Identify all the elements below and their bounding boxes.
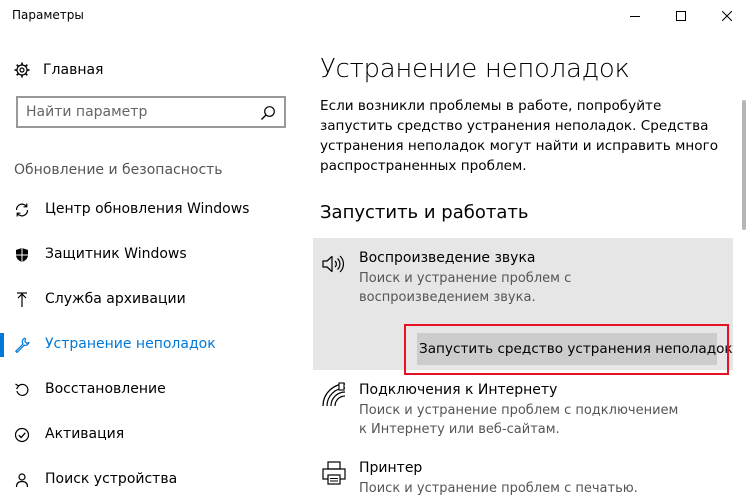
sidebar-item-label: Устранение неполадок [45,336,216,352]
activation-check-icon [14,427,30,443]
backup-arrow-icon [14,292,30,308]
minimize-icon [630,16,640,17]
sidebar-item-label: Восстановление [45,381,166,397]
section-title: Обновление и безопасность [14,162,223,178]
search-icon[interactable] [260,105,276,121]
sidebar: Главная Обновление и безопасность Центр … [0,32,300,500]
title-bar: Параметры [0,0,750,32]
section-title: Запустить и работать [320,202,529,223]
home-label: Главная [43,62,104,78]
sidebar-item-label: Активация [45,426,125,442]
person-location-icon [14,472,30,488]
page-title: Устранение неполадок [320,54,630,84]
printer-icon [322,461,346,485]
minimize-button[interactable] [612,0,658,32]
wrench-icon [14,337,30,353]
main-content: Устранение неполадок Если возникли пробл… [300,32,750,500]
page-description: Если возникли проблемы в работе, попробу… [320,98,719,174]
shield-icon [14,247,30,263]
sidebar-item-label: Поиск устройства [45,471,178,487]
sidebar-item-label: Служба архивации [45,291,186,307]
close-button[interactable] [704,0,750,32]
troubleshooter-name: Принтер [359,460,423,476]
sidebar-item-label: Центр обновления Windows [45,201,250,217]
troubleshooter-tile-internet[interactable]: Подключения к Интернету Поиск и устранен… [313,378,733,442]
troubleshooter-tile-printer[interactable]: Принтер Поиск и устранение проблем с печ… [313,456,733,500]
maximize-icon [676,11,686,21]
sidebar-item-windows-update[interactable]: Центр обновления Windows [0,190,300,230]
sidebar-item-troubleshoot[interactable]: Устранение неполадок [0,325,300,365]
troubleshooter-description: Поиск и устранение проблем с воспроизвед… [359,271,572,305]
sidebar-item-backup[interactable]: Служба архивации [0,280,300,320]
scrollbar-thumb[interactable] [742,100,746,230]
restore-icon [14,382,30,398]
troubleshooter-name: Подключения к Интернету [359,382,558,398]
close-icon [722,11,732,21]
troubleshooter-description: Поиск и устранение проблем с печатью. [359,481,638,496]
troubleshooter-description: Поиск и устранение проблем с подключение… [359,403,679,437]
sidebar-item-windows-defender[interactable]: Защитник Windows [0,235,300,275]
home-link[interactable]: Главная [14,60,103,80]
search-box[interactable] [16,96,286,128]
sidebar-item-recovery[interactable]: Восстановление [0,370,300,410]
maximize-button[interactable] [658,0,704,32]
sidebar-item-activation[interactable]: Активация [0,415,300,455]
network-icon [322,382,346,407]
window-title: Параметры [12,8,84,22]
speaker-icon [322,255,344,273]
highlight-frame [404,324,729,375]
sync-icon [14,202,30,218]
sidebar-item-label: Защитник Windows [45,246,187,262]
gear-icon [14,62,30,78]
troubleshooter-name: Воспроизведение звука [359,250,536,266]
sidebar-item-find-device[interactable]: Поиск устройства [0,460,300,500]
selected-indicator [0,333,4,357]
search-input[interactable] [18,98,248,126]
